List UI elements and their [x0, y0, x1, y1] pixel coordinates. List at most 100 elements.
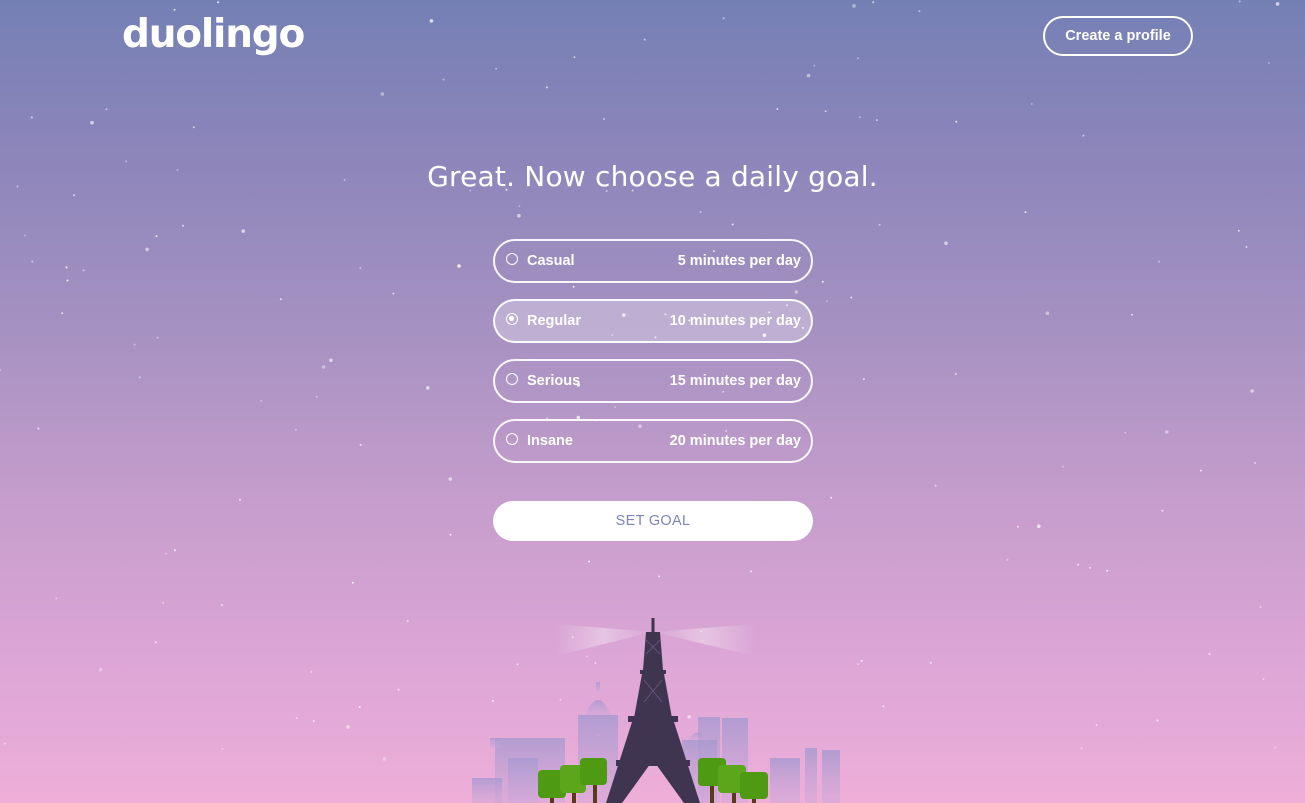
- create-profile-button[interactable]: Create a profile: [1043, 16, 1193, 56]
- star: [857, 663, 860, 666]
- star: [1156, 719, 1159, 722]
- star: [1037, 524, 1041, 529]
- star: [954, 373, 957, 375]
- star: [929, 661, 932, 664]
- radio-icon[interactable]: [506, 373, 518, 385]
- goal-option-insane[interactable]: Insane 20 minutes per day: [493, 419, 813, 463]
- light-beam: [653, 624, 755, 656]
- top-bar: duolingo Create a profile: [0, 0, 1305, 72]
- star: [182, 224, 184, 227]
- star: [279, 298, 282, 301]
- radio-icon[interactable]: [506, 433, 518, 445]
- star: [882, 705, 885, 708]
- set-goal-button[interactable]: SET GOAL: [493, 501, 813, 541]
- star: [162, 601, 165, 604]
- star: [82, 269, 85, 272]
- star: [1017, 525, 1019, 528]
- goal-label: Regular: [527, 313, 581, 329]
- star: [221, 748, 224, 751]
- star: [1061, 465, 1064, 468]
- star: [98, 667, 103, 672]
- page-title: Great. Now choose a daily goal.: [427, 160, 878, 193]
- star: [731, 223, 734, 226]
- star: [1245, 246, 1248, 248]
- star: [173, 549, 176, 552]
- star: [133, 343, 136, 346]
- star: [1274, 746, 1277, 749]
- star: [31, 260, 34, 263]
- duolingo-logo[interactable]: duolingo: [122, 12, 305, 58]
- star: [239, 498, 241, 501]
- star: [750, 570, 752, 573]
- light-beam: [555, 624, 653, 656]
- star: [3, 742, 6, 745]
- star: [380, 92, 385, 96]
- goal-time: 10 minutes per day: [669, 313, 801, 329]
- star: [310, 670, 313, 673]
- star: [602, 118, 605, 120]
- star: [241, 229, 245, 233]
- star: [1208, 652, 1211, 655]
- star: [37, 427, 40, 430]
- radio-selected-icon[interactable]: [506, 313, 518, 325]
- goal-label: Serious: [527, 373, 581, 389]
- star: [1082, 134, 1085, 137]
- star: [321, 365, 326, 369]
- star: [878, 223, 881, 226]
- goal-option-serious[interactable]: Serious 15 minutes per day: [493, 359, 813, 403]
- star: [1080, 747, 1083, 750]
- star: [73, 194, 76, 197]
- star: [448, 477, 453, 481]
- star: [315, 395, 318, 398]
- star: [30, 116, 33, 119]
- star: [156, 336, 159, 339]
- star: [457, 264, 461, 268]
- star: [1161, 509, 1164, 512]
- star: [1237, 229, 1240, 232]
- star: [1250, 389, 1254, 393]
- star: [860, 659, 863, 662]
- star: [397, 688, 400, 691]
- goal-option-casual[interactable]: Casual 5 minutes per day: [493, 239, 813, 283]
- star: [658, 575, 661, 578]
- star: [449, 533, 452, 536]
- star: [955, 120, 958, 123]
- star: [382, 757, 387, 761]
- paris-skyline-illustration: [472, 618, 840, 803]
- star: [1077, 563, 1080, 566]
- star: [944, 241, 948, 245]
- goal-label: Casual: [527, 253, 575, 269]
- star: [24, 234, 27, 237]
- goal-label: Insane: [527, 433, 573, 449]
- star: [821, 280, 824, 283]
- star: [145, 247, 149, 252]
- star: [1254, 462, 1256, 464]
- star: [830, 496, 833, 499]
- radio-icon[interactable]: [506, 253, 518, 265]
- star: [358, 706, 361, 708]
- star: [155, 235, 158, 238]
- star: [105, 108, 108, 111]
- daily-goal-options: Casual 5 minutes per day Regular 10 minu…: [493, 239, 813, 479]
- star: [699, 211, 702, 214]
- star: [65, 266, 68, 269]
- star: [824, 110, 827, 113]
- star: [260, 400, 263, 402]
- star: [1131, 313, 1133, 316]
- star: [351, 581, 354, 584]
- star: [825, 300, 828, 303]
- star: [165, 552, 168, 555]
- star: [1124, 431, 1127, 434]
- star: [545, 86, 548, 89]
- goal-option-regular[interactable]: Regular 10 minutes per day: [493, 299, 813, 343]
- star: [312, 720, 315, 722]
- star: [588, 560, 591, 563]
- star: [875, 119, 878, 122]
- star: [517, 213, 521, 218]
- star: [295, 717, 298, 720]
- star: [294, 428, 297, 431]
- eiffel-tower-icon: [606, 618, 700, 803]
- star: [55, 597, 58, 600]
- star: [1006, 558, 1009, 561]
- star: [518, 204, 521, 207]
